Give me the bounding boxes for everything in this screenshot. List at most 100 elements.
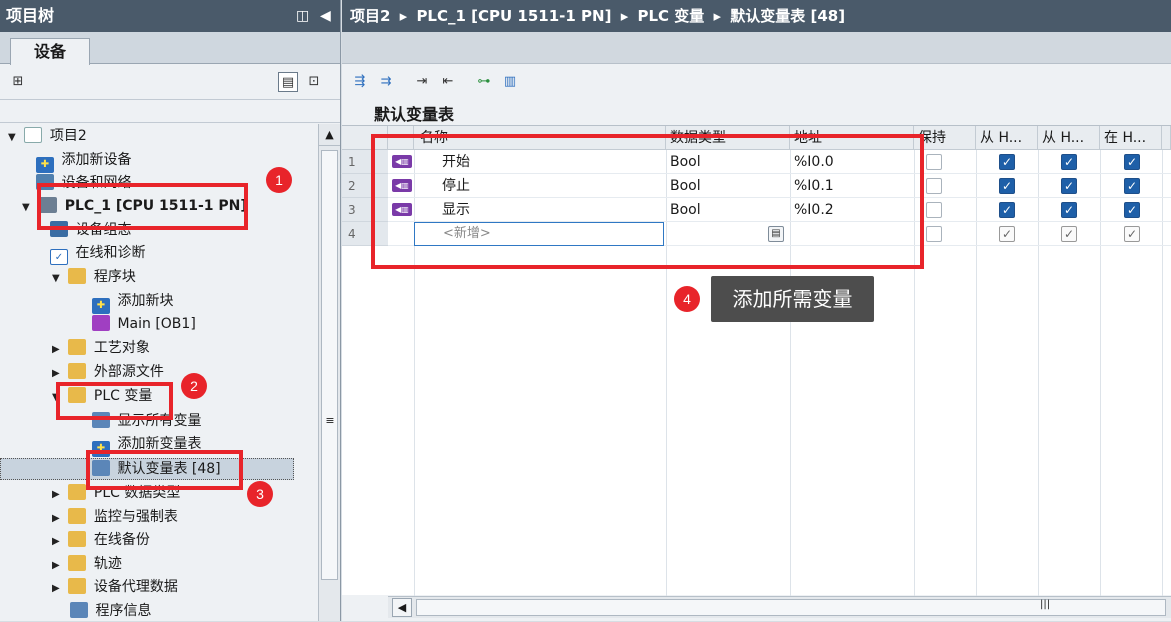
- export-icon[interactable]: ⇥: [412, 72, 432, 92]
- folder-icon: [68, 531, 87, 547]
- breadcrumb-item[interactable]: 项目2: [350, 7, 390, 25]
- in-hmi-checkbox[interactable]: ✓: [1124, 226, 1140, 242]
- tab-devices[interactable]: 设备: [10, 38, 90, 65]
- breadcrumb-item[interactable]: PLC_1 [CPU 1511-1 PN]: [416, 7, 611, 25]
- annotation-box-plc: [37, 183, 248, 230]
- header-from-hmi-2[interactable]: 从 H...: [1038, 126, 1100, 150]
- scroll-grip-icon: |||: [1040, 599, 1051, 610]
- from-hmi-checkbox[interactable]: ✓: [1061, 178, 1077, 194]
- table-horizontal-scrollbar[interactable]: ◀ |||: [388, 596, 1171, 618]
- scroll-thumb[interactable]: [416, 599, 1166, 616]
- tree-settings-icon[interactable]: ⊞: [8, 72, 28, 92]
- breadcrumb-item[interactable]: PLC 变量: [637, 7, 704, 25]
- expand-arrow-icon[interactable]: ▶: [52, 555, 64, 577]
- tree-node-online-diagnostics[interactable]: ✓ 在线和诊断: [50, 242, 145, 265]
- add-row-icon[interactable]: ⇶: [350, 72, 370, 92]
- tree-node-label: 外部源文件: [93, 364, 164, 380]
- collapse-panel-icon[interactable]: ◀: [320, 0, 331, 32]
- editor-header-band: [342, 32, 1171, 64]
- expand-arrow-icon[interactable]: ▶: [52, 578, 64, 600]
- annotation-badge: 1: [266, 167, 292, 193]
- project-tree-title-bar: 项目树 ◫ ◀: [0, 0, 340, 32]
- expand-arrow-icon[interactable]: ▶: [52, 339, 64, 361]
- diagnostics-icon: ✓: [50, 249, 68, 265]
- in-hmi-checkbox[interactable]: ✓: [1124, 154, 1140, 170]
- tree-node-external-sources[interactable]: ▶ 外部源文件: [52, 361, 164, 383]
- tree-node-label: 设备代理数据: [93, 579, 178, 595]
- tree-node-label: Main [OB1]: [117, 316, 196, 332]
- tree-node-program-info[interactable]: 程序信息: [70, 600, 151, 622]
- from-hmi-checkbox[interactable]: ✓: [1061, 226, 1077, 242]
- annotation-box-table: [371, 134, 924, 269]
- tree-node-watch-force-tables[interactable]: ▶ 监控与强制表: [52, 506, 178, 528]
- expand-arrow-icon[interactable]: ▼: [8, 127, 20, 149]
- in-hmi-checkbox[interactable]: ✓: [1124, 202, 1140, 218]
- tree-node-add-block[interactable]: ✚ 添加新块: [92, 290, 174, 314]
- tree-node-label: 监控与强制表: [93, 509, 178, 525]
- annotation-box-plc-tags: [56, 382, 173, 420]
- folder-icon: [68, 578, 87, 594]
- expand-arrow-icon[interactable]: ▼: [22, 197, 34, 219]
- header-from-hmi-1[interactable]: 从 H...: [976, 126, 1038, 150]
- overview-view-icon[interactable]: ▤: [278, 72, 298, 92]
- tree-node-project[interactable]: ▼ 项目2: [8, 125, 87, 147]
- tree-node-program-blocks[interactable]: ▼ 程序块: [52, 266, 136, 288]
- tree-node-main-ob1[interactable]: Main [OB1]: [92, 313, 196, 335]
- expand-arrow-icon[interactable]: ▶: [52, 508, 64, 530]
- tree-node-technology-objects[interactable]: ▶ 工艺对象: [52, 337, 150, 359]
- retain-checkbox[interactable]: [926, 202, 942, 218]
- header-in-hmi[interactable]: 在 H...: [1100, 126, 1162, 150]
- tree-node-label: 工艺对象: [93, 340, 150, 356]
- folder-icon: [68, 339, 87, 355]
- column-divider: [1100, 150, 1101, 596]
- expand-arrow-icon[interactable]: ▶: [52, 484, 64, 506]
- from-hmi-checkbox[interactable]: ✓: [999, 226, 1015, 242]
- folder-icon: [68, 555, 87, 571]
- settings-columns-icon[interactable]: ▥: [500, 72, 520, 92]
- annotation-badge: 4: [674, 286, 700, 312]
- add-device-icon: ✚: [36, 157, 54, 173]
- tree-node-label: 添加新块: [117, 293, 174, 309]
- project-icon: [24, 127, 43, 143]
- scroll-up-icon[interactable]: ▲: [319, 124, 340, 146]
- retain-checkbox[interactable]: [926, 154, 942, 170]
- annotation-badge: 3: [247, 481, 273, 507]
- ob-icon: [92, 315, 110, 331]
- table-toolbar: ⇶ ⇉ ⇥ ⇤ ⊶ ▥: [342, 64, 1171, 100]
- table-title: 默认变量表: [374, 105, 455, 124]
- tree-node-label: 添加新设备: [61, 152, 132, 168]
- monitor-icon[interactable]: ⊶: [474, 72, 494, 92]
- tree-node-traces[interactable]: ▶ 轨迹: [52, 553, 122, 575]
- insert-row-icon[interactable]: ⇉: [376, 72, 396, 92]
- from-hmi-checkbox[interactable]: ✓: [999, 154, 1015, 170]
- expand-arrow-icon[interactable]: ▶: [52, 531, 64, 553]
- tree-vertical-scrollbar[interactable]: ▲ ≡: [318, 124, 340, 621]
- folder-icon: [68, 508, 87, 524]
- from-hmi-checkbox[interactable]: ✓: [999, 178, 1015, 194]
- scroll-grip-icon: ≡: [325, 414, 335, 427]
- import-icon[interactable]: ⇤: [438, 72, 458, 92]
- retain-checkbox[interactable]: [926, 226, 942, 242]
- in-hmi-checkbox[interactable]: ✓: [1124, 178, 1140, 194]
- tree-node-add-device[interactable]: ✚ 添加新设备: [36, 149, 132, 173]
- tree-node-device-proxy-data[interactable]: ▶ 设备代理数据: [52, 576, 178, 598]
- breadcrumb-separator-icon: ▸: [620, 7, 629, 25]
- header-more: [1162, 126, 1171, 150]
- from-hmi-checkbox[interactable]: ✓: [999, 202, 1015, 218]
- tree-toolbar: ⊞ ▤ ⊡: [0, 64, 340, 100]
- program-info-icon: [70, 602, 88, 618]
- retain-checkbox[interactable]: [926, 178, 942, 194]
- expand-arrow-icon[interactable]: ▼: [52, 268, 64, 290]
- from-hmi-checkbox[interactable]: ✓: [1061, 202, 1077, 218]
- scroll-left-icon[interactable]: ◀: [392, 598, 412, 617]
- tree-node-online-backups[interactable]: ▶ 在线备份: [52, 529, 150, 551]
- annotation-callout: 添加所需变量: [711, 276, 874, 322]
- detail-view-icon[interactable]: ⊡: [304, 72, 324, 92]
- tab-bar: 设备: [0, 32, 340, 65]
- scroll-thumb[interactable]: [321, 150, 338, 580]
- breadcrumb-item[interactable]: 默认变量表 [48]: [730, 7, 845, 25]
- from-hmi-checkbox[interactable]: ✓: [1061, 154, 1077, 170]
- panel-layout-icon[interactable]: ◫: [296, 0, 309, 32]
- breadcrumb: 项目2 ▸ PLC_1 [CPU 1511-1 PN] ▸ PLC 变量 ▸ 默…: [342, 0, 1171, 32]
- folder-icon: [68, 268, 87, 284]
